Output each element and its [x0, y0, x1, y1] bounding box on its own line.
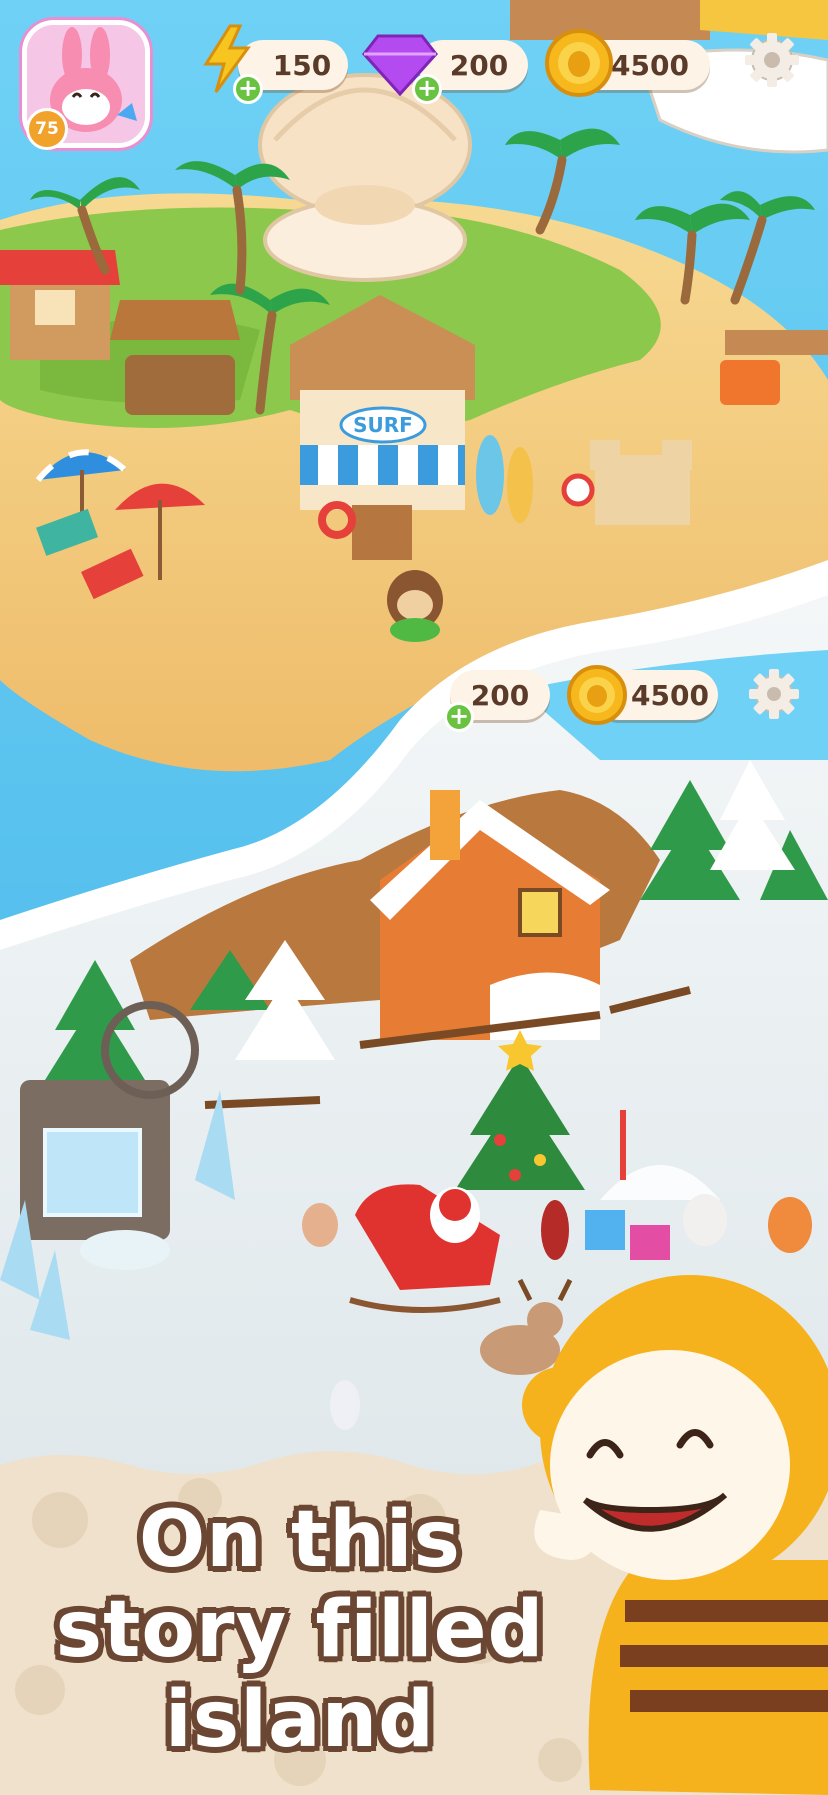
plus-gem-button[interactable]: +	[412, 74, 442, 104]
caption-line-2: story filled	[55, 1585, 545, 1675]
plus-energy-button[interactable]: +	[233, 74, 263, 104]
caption-line-3: island	[165, 1675, 435, 1765]
level-badge: 75	[26, 108, 68, 150]
energy-value: 150	[272, 48, 332, 82]
game-scene: 75 150 + 200 + 4500 SURF 200 + 4500 On t…	[0, 0, 828, 1795]
promo-caption: On this story filled island	[0, 1455, 828, 1795]
coin-icon	[567, 665, 627, 725]
coin-value: 4500	[611, 48, 689, 82]
coin-icon	[545, 29, 613, 97]
gear-icon[interactable]	[748, 668, 800, 720]
caption-line-1: On this	[139, 1495, 461, 1585]
gem-value-lower: 200	[470, 678, 530, 712]
plus-gem-button-lower[interactable]: +	[444, 702, 474, 732]
surf-sign: SURF	[353, 413, 413, 437]
gear-icon[interactable]	[744, 32, 800, 88]
coin-value-lower: 4500	[631, 678, 709, 712]
gem-value: 200	[449, 48, 509, 82]
